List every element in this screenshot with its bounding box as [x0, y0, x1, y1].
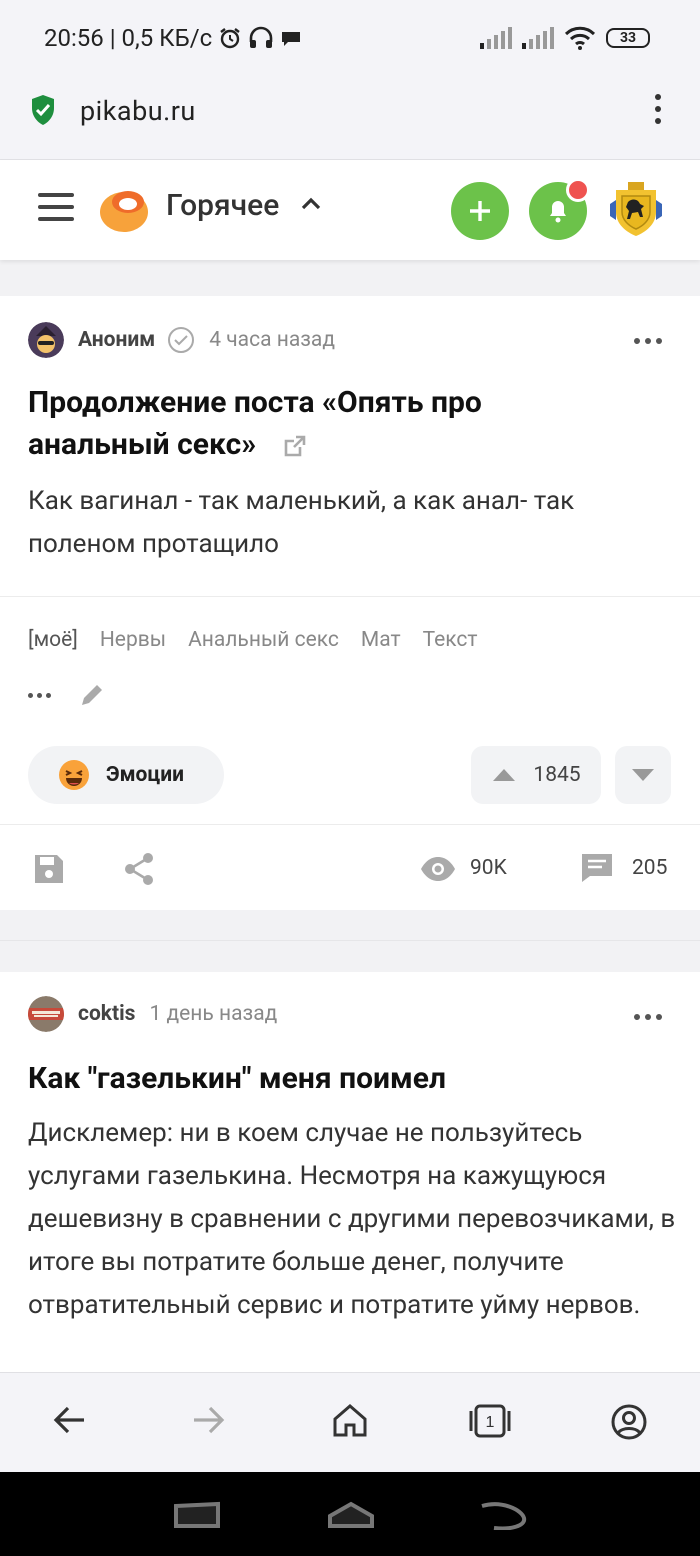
status-time-speed: 20:56 | 0,5 КБ/с — [44, 24, 213, 52]
post-title-text: Продолжение поста «Опять про анальный се… — [28, 385, 482, 462]
post-options-icon[interactable] — [634, 1014, 662, 1020]
browser-nav-bar: 1 — [0, 1372, 700, 1472]
home-icon[interactable] — [332, 1403, 368, 1437]
recent-apps-icon[interactable] — [172, 1500, 222, 1530]
upvote-button[interactable]: 1845 — [471, 746, 601, 804]
post-options-icon[interactable] — [634, 338, 662, 344]
headphones-icon — [249, 26, 273, 48]
author-avatar[interactable] — [28, 322, 64, 358]
user-avatar-crest[interactable] — [608, 180, 664, 238]
downvote-button[interactable] — [615, 746, 671, 804]
verified-check-icon — [168, 327, 195, 353]
status-bar: 20:56 | 0,5 КБ/с 33 — [0, 0, 700, 78]
divider — [0, 596, 700, 597]
profile-icon[interactable] — [610, 1403, 648, 1441]
tabs-icon[interactable]: 1 — [468, 1403, 512, 1439]
back-system-icon[interactable] — [478, 1500, 528, 1530]
alarm-icon — [220, 28, 240, 49]
laughing-emoji-icon — [59, 760, 89, 790]
post-card[interactable]: coktis 1 день назад Как "газелькин" меня… — [0, 972, 700, 1392]
pikabu-logo[interactable] — [98, 184, 150, 234]
system-nav-bar — [0, 1472, 700, 1556]
add-post-button[interactable] — [451, 182, 509, 240]
app-header: Горячее — [0, 160, 700, 260]
tag-actions — [28, 682, 105, 708]
rating-count: 1845 — [533, 763, 581, 787]
post-title[interactable]: Как "газелькин" меня поимел — [28, 1058, 678, 1100]
post-title[interactable]: Продолжение поста «Опять про анальный се… — [28, 382, 628, 466]
plus-icon — [470, 201, 490, 221]
external-link-icon[interactable] — [282, 433, 308, 459]
signal-icon-2 — [522, 27, 554, 49]
status-left: 20:56 | 0,5 КБ/с — [44, 24, 302, 52]
feed-divider — [0, 940, 700, 941]
secure-shield-icon[interactable] — [30, 94, 56, 126]
post-author-row: coktis 1 день назад — [28, 996, 277, 1032]
post-tags: [моё] Нервы Анальный секс Мат Текст — [28, 628, 478, 652]
share-icon[interactable] — [124, 852, 156, 886]
post-time: 4 часа назад — [209, 328, 336, 352]
tag[interactable]: [моё] — [28, 628, 78, 652]
forward-arrow-icon[interactable] — [192, 1405, 226, 1435]
hamburger-menu-icon[interactable] — [38, 193, 74, 229]
triangle-down-icon — [632, 769, 654, 781]
post-actions-row: 90K 205 — [0, 844, 700, 894]
status-right: 33 — [480, 26, 650, 50]
triangle-up-icon — [493, 769, 516, 781]
section-title[interactable]: Горячее — [166, 188, 279, 223]
post-body: Дисклемер: ни в коем случае не пользуйте… — [28, 1118, 676, 1320]
author-name[interactable]: Аноним — [78, 328, 155, 352]
comments-count: 205 — [632, 856, 668, 880]
battery-indicator: 33 — [606, 28, 650, 48]
svg-text:1: 1 — [486, 1414, 495, 1431]
url-text[interactable]: pikabu.ru — [80, 95, 196, 127]
browser-url-bar: pikabu.ru — [0, 78, 700, 160]
notification-badge — [566, 178, 590, 202]
edit-pencil-icon[interactable] — [79, 682, 105, 708]
emotions-label: Эмоции — [106, 763, 184, 787]
post-body: Как вагинал - так маленький, а как анал-… — [28, 486, 575, 559]
more-tags-icon[interactable] — [28, 692, 51, 698]
views-count: 90K — [470, 856, 507, 880]
tag[interactable]: Анальный секс — [188, 628, 339, 652]
divider — [0, 824, 700, 825]
emotions-button[interactable]: Эмоции — [28, 746, 224, 804]
back-arrow-icon[interactable] — [52, 1405, 86, 1435]
comments-icon[interactable] — [580, 852, 614, 884]
chevron-up-icon[interactable] — [300, 194, 322, 212]
bell-icon — [550, 201, 566, 223]
post-card[interactable]: Аноним 4 часа назад Продолжение поста «О… — [0, 296, 700, 910]
save-floppy-icon[interactable] — [32, 852, 66, 886]
wifi-icon — [564, 26, 596, 50]
views-eye-icon — [421, 857, 455, 881]
post-time: 1 день назад — [149, 1002, 278, 1026]
tag[interactable]: Мат — [361, 628, 401, 652]
home-system-icon[interactable] — [326, 1500, 376, 1530]
tag[interactable]: Нервы — [100, 628, 166, 652]
chat-bubble-icon — [282, 32, 301, 46]
tag[interactable]: Текст — [423, 628, 478, 652]
author-name[interactable]: coktis — [78, 1002, 135, 1026]
author-avatar[interactable] — [28, 996, 64, 1032]
signal-icon-1 — [480, 27, 512, 49]
browser-menu-icon[interactable] — [652, 94, 664, 124]
post-author-row: Аноним 4 часа назад — [28, 322, 335, 358]
